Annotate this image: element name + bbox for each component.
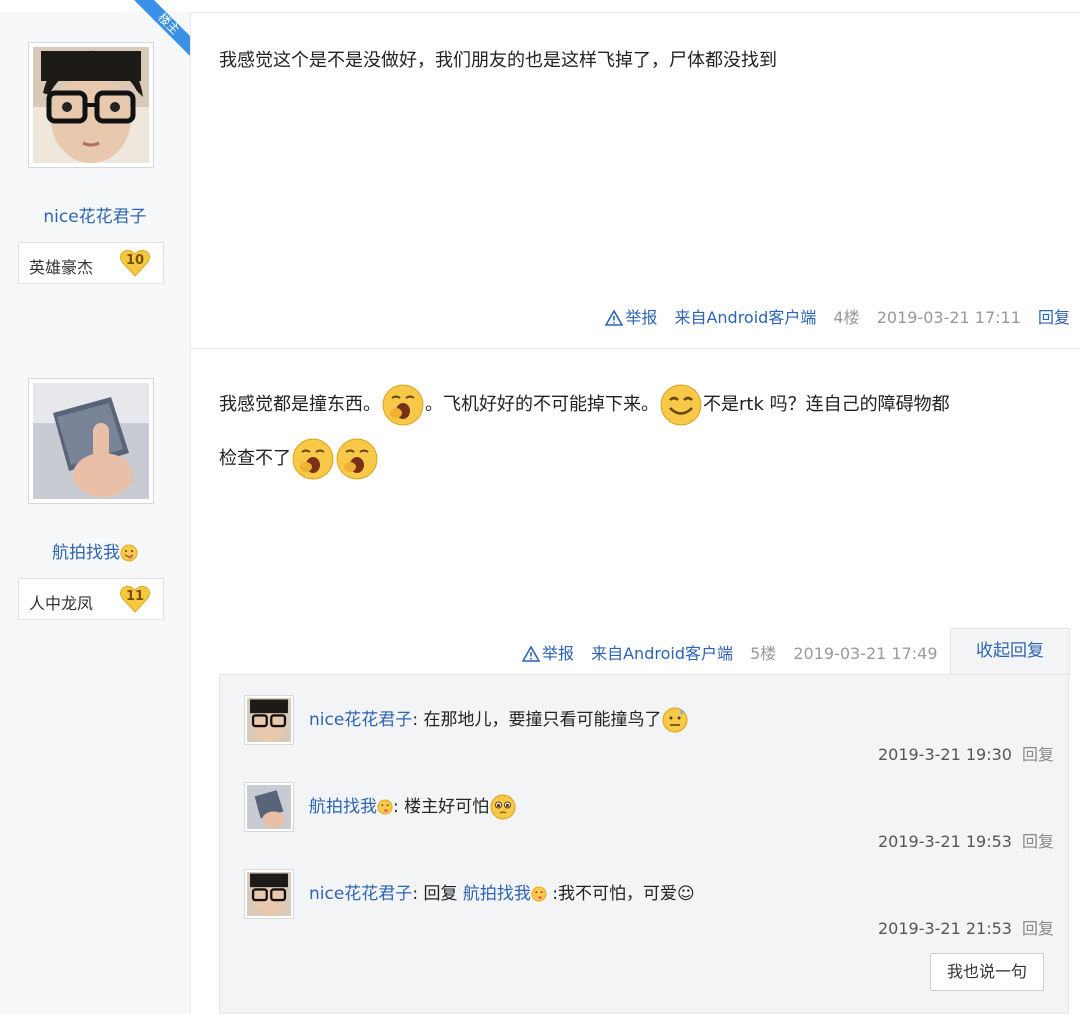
sub-reply-meta: 2019-3-21 19:30 回复: [878, 741, 1054, 765]
floor-number: 5楼: [750, 644, 777, 663]
yawn-emoji-icon: [292, 438, 334, 480]
sub-reply-body: 在那地儿，要撞只看可能撞鸟了: [423, 710, 662, 730]
sub-reply-username[interactable]: nice花花君子: [309, 884, 412, 904]
post-content: 我感觉这个是不是没做好，我们朋友的也是这样飞掉了，尸体都没找到: [219, 50, 777, 71]
sub-reply-reply-link[interactable]: 回复: [1022, 919, 1054, 938]
reply-to-username[interactable]: 航拍找我: [463, 884, 547, 904]
rank-level: 10: [125, 253, 145, 268]
report-label: 举报: [625, 308, 658, 327]
rank-title: 英雄豪杰: [29, 258, 94, 277]
avatar-image-glasses-kid: [33, 47, 149, 163]
author-sidebar: 航拍找我 人中龙凤 11: [0, 348, 191, 1014]
content-part-4: 检查不了: [219, 448, 291, 469]
sub-reply-time: 2019-3-21 19:53: [877, 832, 1012, 851]
content-part-3: 不是rtk 吗？连自己的障碍物都: [703, 394, 950, 415]
avatar-image-glasses-kid: [247, 872, 291, 916]
louzhu-badge: 楼主: [134, 0, 190, 56]
floor-number: 4楼: [833, 308, 860, 327]
author-username[interactable]: 航拍找我: [0, 538, 190, 563]
sub-reply-avatar[interactable]: [244, 695, 294, 745]
post-time: 2019-03-21 17:49: [793, 644, 938, 663]
sub-reply-avatar[interactable]: [244, 782, 294, 832]
sub-reply-item: nice花花君子: 回复 航拍找我 :我不可怕，可爱☺ 2019-3-21 21…: [244, 869, 1054, 949]
sub-reply-meta: 2019-3-21 19:53 回复: [878, 828, 1054, 852]
sub-reply-body: 楼主好可怕: [404, 797, 490, 817]
sweat-emoji-icon: [662, 707, 688, 733]
sub-reply-reply-link[interactable]: 回复: [1022, 745, 1054, 764]
avatar-image-hand-card: [247, 785, 291, 829]
report-link[interactable]: 举报: [605, 308, 657, 327]
rank-box: 英雄豪杰 10: [18, 242, 164, 284]
post-time: 2019-03-21 17:11: [876, 308, 1021, 327]
sub-reply-body: :我不可怕，可爱☺: [552, 884, 695, 904]
tongue-emoji-icon: [377, 799, 393, 815]
rank-level-badge: 11: [119, 584, 151, 614]
report-link[interactable]: 举报: [522, 644, 574, 663]
sub-reply-time: 2019-3-21 21:53: [877, 919, 1012, 938]
post-floor-5: 航拍找我 人中龙凤 11 我感觉都是撞东西。 。飞机好好的不可能掉下来。 不是rtk…: [0, 348, 1080, 1014]
post-content: 我感觉都是撞东西。 。飞机好好的不可能掉下来。 不是rtk 吗？连自己的障碍物都检查…: [219, 378, 1049, 486]
colon-separator: :: [412, 710, 424, 730]
sub-reply-username[interactable]: 航拍找我: [309, 797, 393, 817]
reply-prefix: 回复: [423, 884, 458, 904]
sub-reply-reply-link[interactable]: 回复: [1022, 832, 1054, 851]
tongue-emoji-icon: [120, 544, 138, 562]
sub-reply-avatar[interactable]: [244, 869, 294, 919]
username-text: 航拍找我: [309, 797, 377, 817]
sub-reply-username[interactable]: nice花花君子: [309, 710, 412, 730]
colon-separator: :: [412, 884, 424, 904]
avatar-image-glasses-kid: [247, 698, 291, 742]
sub-reply-meta: 2019-3-21 21:53 回复: [878, 915, 1054, 939]
username-text: 航拍找我: [52, 543, 120, 563]
content-part-1: 我感觉都是撞东西。: [219, 394, 381, 415]
yawn-emoji-icon: [336, 438, 378, 480]
collapse-replies-button[interactable]: 收起回复: [950, 628, 1070, 676]
sub-reply-text: 航拍找我: 楼主好可怕: [309, 792, 517, 821]
rank-level-badge: 10: [119, 248, 151, 278]
yawn-emoji-icon: [382, 384, 424, 426]
rank-box: 人中龙凤 11: [18, 578, 164, 620]
report-label: 举报: [542, 644, 575, 663]
sub-reply-item: 航拍找我: 楼主好可怕 2019-3-21 19:53 回复: [244, 782, 1054, 862]
rank-level: 11: [125, 589, 145, 604]
source-client[interactable]: 来自Android客户端: [591, 644, 733, 663]
sub-reply-item: nice花花君子: 在那地儿，要撞只看可能撞鸟了 2019-3-21 19:30…: [244, 695, 1054, 775]
colon-separator: :: [393, 797, 405, 817]
username-text: 航拍找我: [462, 884, 531, 904]
post-meta: 举报 来自Android客户端 4楼 2019-03-21 17:11 回复: [605, 304, 1070, 328]
avatar-image-hand-card: [33, 383, 149, 499]
sub-reply-text: nice花花君子: 回复 航拍找我 :我不可怕，可爱☺: [309, 879, 695, 904]
source-client[interactable]: 来自Android客户端: [674, 308, 816, 327]
content-part-2: 。飞机好好的不可能掉下来。: [425, 394, 659, 415]
say-something-button[interactable]: 我也说一句: [930, 953, 1044, 991]
post-floor-4: nice花花君子 英雄豪杰 10 楼主 我感觉这个是不是没做好，我们朋友的也是这…: [0, 0, 1080, 348]
sub-reply-text: nice花花君子: 在那地儿，要撞只看可能撞鸟了: [309, 705, 689, 734]
warning-icon: [522, 646, 540, 662]
pleading-emoji-icon: [490, 794, 516, 820]
reply-panel: nice花花君子: 在那地儿，要撞只看可能撞鸟了 2019-3-21 19:30…: [219, 674, 1069, 1014]
reply-link[interactable]: 回复: [1038, 308, 1070, 327]
avatar[interactable]: [28, 378, 154, 504]
avatar[interactable]: [28, 42, 154, 168]
sub-reply-time: 2019-3-21 19:30: [877, 745, 1012, 764]
post-meta: 举报 来自Android客户端 5楼 2019-03-21 17:49: [522, 640, 938, 664]
author-sidebar: nice花花君子 英雄豪杰 10: [0, 12, 191, 348]
smile-emoji-icon: [660, 384, 702, 426]
author-username[interactable]: nice花花君子: [0, 202, 190, 227]
rank-title: 人中龙凤: [29, 594, 94, 613]
tongue-emoji-icon: [531, 886, 547, 902]
warning-icon: [605, 310, 624, 326]
